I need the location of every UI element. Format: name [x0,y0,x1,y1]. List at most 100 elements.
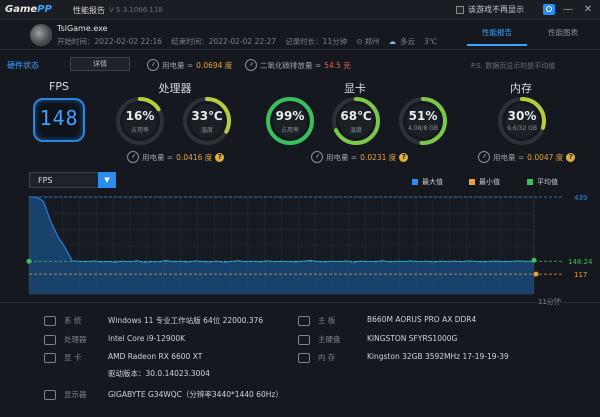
system-key: 显 卡 [64,353,82,362]
legend-max-label: 最大值 [422,178,443,186]
cpu-temp-label: 温度 [200,127,213,134]
memory-power: 用电量 = 0.0047 度? [478,151,576,163]
system-key: 显示器 [64,390,87,399]
gpu-power: 用电量 = 0.0231 度? [311,151,409,163]
system-key: 内 存 [318,353,336,362]
system-value: Kingston 32GB 3592MHz 17-19-19-39 [367,352,509,361]
avg-marker [531,257,537,263]
legend-max: 最大值 [412,177,443,187]
power-label: 用电量 = [162,60,194,70]
hardware-state-title: 硬件状态 [7,61,39,70]
gpu-temp-label: 温度 [349,127,362,134]
cpu-temp-value: 33℃ [191,109,223,123]
gpu-usage-value: 99% [275,109,305,123]
memory-power-value: 0.0047 度 [527,152,564,162]
co2-label: 二氧化碳排放量 = [260,60,322,70]
power-icon [311,151,323,163]
cpu-icon [44,335,56,345]
game-name: TslGame.exe [57,24,108,33]
monitor-icon [44,316,56,326]
cloud-icon: ☁ [388,37,397,46]
tab-performance-report[interactable]: 性能报告 [467,22,527,46]
gpu-usage-label: 占用率 [280,127,299,134]
system-value: AMD Radeon RX 6600 XT [108,352,203,361]
system-value: B660M AORUS PRO AX DDR4 [367,315,477,324]
help-icon[interactable]: ? [566,152,576,162]
system-key: 主硬盘 [318,335,341,344]
total-power: 用电量 = 0.0694 度 [147,59,232,71]
version-label: V 5.3.1066.118 [109,6,163,14]
duration: 记录时长：11分钟 [285,37,348,46]
system-value: Intel Core i9-12900K [108,334,186,343]
no-popup-toggle[interactable]: 该游戏不再显示 [456,4,524,15]
no-popup-label: 该游戏不再显示 [468,5,524,14]
close-button[interactable]: ✕ [581,3,595,17]
fps-chart: 439148.2411711分钟 [26,194,593,306]
board-icon [298,316,310,326]
session-info: 开始时间：2022-02-02 22:16 结束时间：2022-02-02 22… [57,36,437,47]
cpu-power: 用电量 = 0.0416 度? [127,151,225,163]
report-tabs: 性能报告 性能图表 [467,22,600,46]
gpu-temp-value: 68℃ [340,109,372,123]
cpu-title: 处理器 [158,82,192,95]
screenshot-icon[interactable] [543,4,555,15]
system-value: 驱动版本：30.0.14023.3004 [108,369,210,378]
avg-value-label: 148.24 [568,258,593,266]
gpu-power-value: 0.0231 度 [360,152,397,162]
system-value: KINGSTON SFYRS1000G [367,334,458,343]
metric-select-value: FPS [38,176,53,185]
chevron-down-icon[interactable]: ▼ [98,172,116,188]
legend-min-swatch [469,179,475,185]
power-icon [478,151,490,163]
legend-avg-label: 平均值 [537,178,558,186]
system-value: GIGABYTE G34WQC（分辨率3440*1440 60Hz） [108,390,283,399]
help-icon[interactable]: ? [215,152,225,162]
legend-max-swatch [412,179,418,185]
gpu-vram-value: 51% [408,109,438,123]
co2-value: 54.5 克 [324,60,351,70]
avg-marker [26,258,32,264]
max-value-label: 439 [574,194,587,202]
cpu-usage-value: 16% [125,109,155,123]
memory-icon [298,353,310,363]
header-divider [0,49,600,50]
legend-avg-swatch [527,179,533,185]
memory-usage-value: 30% [507,109,537,123]
game-avatar [30,24,52,46]
app-title: 性能报告 [73,6,105,15]
min-marker [533,271,539,277]
no-popup-checkbox[interactable] [456,5,464,14]
help-icon[interactable]: ? [399,152,409,162]
min-value-label: 117 [574,271,587,279]
system-key: 主 板 [318,316,336,325]
legend-min-label: 最小值 [479,178,500,186]
gpu-icon [44,353,56,363]
system-key: 处理器 [64,335,87,344]
gamepp-logo: GamePP [5,4,52,15]
disk-icon [298,335,310,345]
memory-usage-label: 9.6/32 GB [507,125,537,132]
cpu-power-value: 0.0416 度 [176,152,213,162]
minimize-button[interactable]: — [561,3,575,17]
weather: 多云 [400,37,416,46]
gpu-title: 显卡 [344,82,366,95]
location-icon: ⊙ [356,37,363,46]
ps-note: P.S. 数据页显示的是平均值 [471,62,556,70]
temperature: 3℃ [424,37,438,46]
detail-button[interactable]: 详情 [70,57,130,71]
legend-min: 最小值 [469,177,500,187]
system-key: 系 统 [64,316,82,325]
gpu-power-label: 用电量 = [326,152,358,162]
tab-performance-chart[interactable]: 性能图表 [533,22,593,46]
start-time: 开始时间：2022-02-02 22:16 [57,37,163,46]
location: 郑州 [364,37,380,46]
memory-power-label: 用电量 = [493,152,525,162]
fps-title: FPS [49,80,69,93]
cpu-usage-label: 占用率 [130,127,149,134]
display-icon [44,390,56,400]
legend-avg: 平均值 [527,177,558,187]
cpu-power-label: 用电量 = [142,152,174,162]
memory-title: 内存 [510,82,532,95]
co2-icon [245,59,257,71]
co2-emission: 二氧化碳排放量 = 54.5 克 [245,59,351,71]
